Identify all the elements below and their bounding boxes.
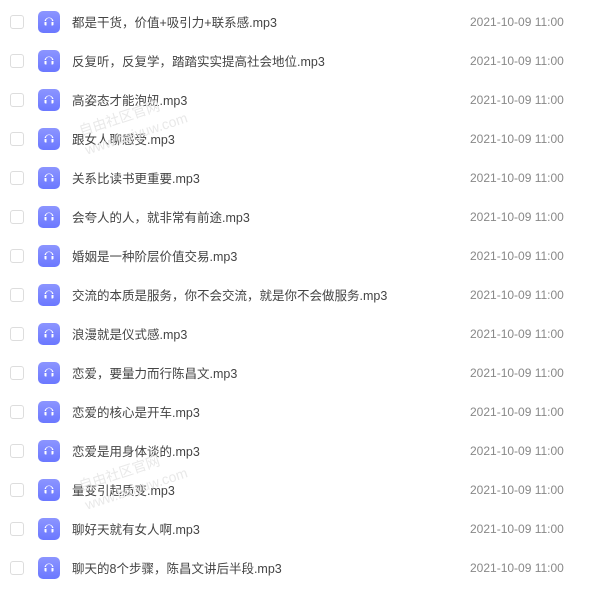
audio-file-icon bbox=[38, 89, 60, 111]
file-date: 2021-10-09 11:00 bbox=[470, 366, 590, 380]
file-date: 2021-10-09 11:00 bbox=[470, 483, 590, 497]
file-row[interactable]: 聊天的8个步骤，陈昌文讲后半段.mp3 2021-10-09 11:00 bbox=[0, 548, 600, 587]
select-checkbox[interactable] bbox=[10, 93, 24, 107]
file-date: 2021-10-09 11:00 bbox=[470, 288, 590, 302]
file-row[interactable]: 都是干货，价值+吸引力+联系感.mp3 2021-10-09 11:00 bbox=[0, 2, 600, 41]
file-list: 都是干货，价值+吸引力+联系感.mp3 2021-10-09 11:00 反复听… bbox=[0, 0, 600, 589]
audio-file-icon bbox=[38, 206, 60, 228]
audio-file-icon bbox=[38, 440, 60, 462]
file-name[interactable]: 高姿态才能泡妞.mp3 bbox=[72, 90, 470, 109]
audio-file-icon bbox=[38, 167, 60, 189]
select-checkbox[interactable] bbox=[10, 54, 24, 68]
file-row[interactable]: 量变引起质变.mp3 2021-10-09 11:00 bbox=[0, 470, 600, 509]
file-name[interactable]: 交流的本质是服务，你不会交流，就是你不会做服务.mp3 bbox=[72, 285, 470, 304]
file-name[interactable]: 恋爱是用身体谈的.mp3 bbox=[72, 441, 470, 460]
file-row[interactable]: 关系比读书更重要.mp3 2021-10-09 11:00 bbox=[0, 158, 600, 197]
file-date: 2021-10-09 11:00 bbox=[470, 522, 590, 536]
file-date: 2021-10-09 11:00 bbox=[470, 15, 590, 29]
audio-file-icon bbox=[38, 50, 60, 72]
file-name[interactable]: 会夸人的人，就非常有前途.mp3 bbox=[72, 207, 470, 226]
file-name[interactable]: 关系比读书更重要.mp3 bbox=[72, 168, 470, 187]
file-row[interactable]: 交流的本质是服务，你不会交流，就是你不会做服务.mp3 2021-10-09 1… bbox=[0, 275, 600, 314]
file-date: 2021-10-09 11:00 bbox=[470, 210, 590, 224]
file-date: 2021-10-09 11:00 bbox=[470, 249, 590, 263]
file-date: 2021-10-09 11:00 bbox=[470, 132, 590, 146]
file-row[interactable]: 婚姻是一种阶层价值交易.mp3 2021-10-09 11:00 bbox=[0, 236, 600, 275]
file-name[interactable]: 恋爱的核心是开车.mp3 bbox=[72, 402, 470, 421]
file-name[interactable]: 聊天的8个步骤，陈昌文讲后半段.mp3 bbox=[72, 558, 470, 577]
select-checkbox[interactable] bbox=[10, 249, 24, 263]
audio-file-icon bbox=[38, 518, 60, 540]
audio-file-icon bbox=[38, 11, 60, 33]
audio-file-icon bbox=[38, 284, 60, 306]
select-checkbox[interactable] bbox=[10, 405, 24, 419]
file-name[interactable]: 浪漫就是仪式感.mp3 bbox=[72, 324, 470, 343]
file-date: 2021-10-09 11:00 bbox=[470, 171, 590, 185]
file-name[interactable]: 聊好天就有女人啊.mp3 bbox=[72, 519, 470, 538]
audio-file-icon bbox=[38, 557, 60, 579]
file-row[interactable]: 恋爱，要量力而行陈昌文.mp3 2021-10-09 11:00 bbox=[0, 353, 600, 392]
audio-file-icon bbox=[38, 401, 60, 423]
select-checkbox[interactable] bbox=[10, 15, 24, 29]
audio-file-icon bbox=[38, 245, 60, 267]
select-checkbox[interactable] bbox=[10, 522, 24, 536]
select-checkbox[interactable] bbox=[10, 132, 24, 146]
file-row[interactable]: 会夸人的人，就非常有前途.mp3 2021-10-09 11:00 bbox=[0, 197, 600, 236]
audio-file-icon bbox=[38, 362, 60, 384]
audio-file-icon bbox=[38, 479, 60, 501]
select-checkbox[interactable] bbox=[10, 288, 24, 302]
select-checkbox[interactable] bbox=[10, 561, 24, 575]
file-row[interactable]: 恋爱的核心是开车.mp3 2021-10-09 11:00 bbox=[0, 392, 600, 431]
file-row[interactable]: 聊好天就有女人啊.mp3 2021-10-09 11:00 bbox=[0, 509, 600, 548]
file-row[interactable]: 高姿态才能泡妞.mp3 2021-10-09 11:00 bbox=[0, 80, 600, 119]
file-date: 2021-10-09 11:00 bbox=[470, 54, 590, 68]
file-name[interactable]: 跟女人聊感受.mp3 bbox=[72, 129, 470, 148]
select-checkbox[interactable] bbox=[10, 444, 24, 458]
file-name[interactable]: 恋爱，要量力而行陈昌文.mp3 bbox=[72, 363, 470, 382]
file-row[interactable]: 跟女人聊感受.mp3 2021-10-09 11:00 bbox=[0, 119, 600, 158]
select-checkbox[interactable] bbox=[10, 327, 24, 341]
file-name[interactable]: 婚姻是一种阶层价值交易.mp3 bbox=[72, 246, 470, 265]
select-checkbox[interactable] bbox=[10, 483, 24, 497]
audio-file-icon bbox=[38, 128, 60, 150]
file-date: 2021-10-09 11:00 bbox=[470, 444, 590, 458]
select-checkbox[interactable] bbox=[10, 366, 24, 380]
file-row[interactable]: 反复听，反复学，踏踏实实提高社会地位.mp3 2021-10-09 11:00 bbox=[0, 41, 600, 80]
file-row[interactable]: 恋爱是用身体谈的.mp3 2021-10-09 11:00 bbox=[0, 431, 600, 470]
audio-file-icon bbox=[38, 323, 60, 345]
file-name[interactable]: 量变引起质变.mp3 bbox=[72, 480, 470, 499]
file-date: 2021-10-09 11:00 bbox=[470, 405, 590, 419]
select-checkbox[interactable] bbox=[10, 210, 24, 224]
file-date: 2021-10-09 11:00 bbox=[470, 93, 590, 107]
file-name[interactable]: 都是干货，价值+吸引力+联系感.mp3 bbox=[72, 12, 470, 31]
file-date: 2021-10-09 11:00 bbox=[470, 327, 590, 341]
file-name[interactable]: 反复听，反复学，踏踏实实提高社会地位.mp3 bbox=[72, 51, 470, 70]
file-row[interactable]: 浪漫就是仪式感.mp3 2021-10-09 11:00 bbox=[0, 314, 600, 353]
file-date: 2021-10-09 11:00 bbox=[470, 561, 590, 575]
select-checkbox[interactable] bbox=[10, 171, 24, 185]
